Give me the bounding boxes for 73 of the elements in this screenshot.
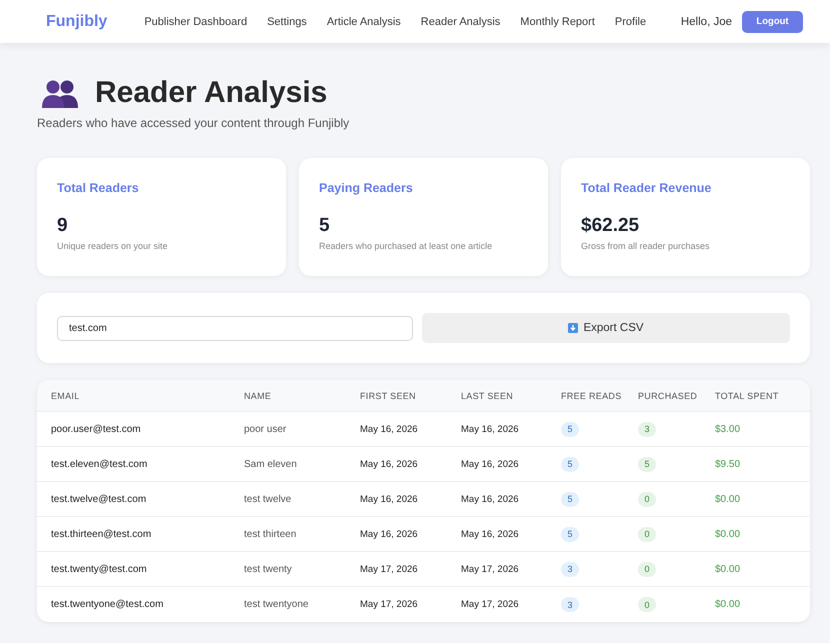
page-title: Reader Analysis — [95, 75, 328, 111]
download-icon — [568, 323, 578, 333]
amount-cell: $3.00 — [715, 424, 740, 434]
free-reads-badge: 5 — [561, 456, 579, 472]
purchased-badge: 0 — [638, 597, 656, 612]
table-cell: May 16, 2026 — [360, 528, 418, 540]
nav-link[interactable]: Article Analysis — [326, 16, 401, 28]
table-cell: test twenty — [244, 564, 292, 574]
table-cell: May 17, 2026 — [360, 599, 418, 610]
stat-value: 9 — [57, 214, 69, 238]
table-cell: poor user — [244, 424, 286, 434]
table-cell: May 16, 2026 — [360, 458, 418, 470]
stat-title: Total Readers — [57, 180, 140, 196]
purchased-badge: 0 — [638, 492, 656, 506]
table-cell: test thirteen — [244, 528, 296, 540]
table-cell: test.twelve@test.com — [51, 494, 146, 504]
free-reads-badge: 3 — [561, 562, 579, 576]
table-cell: May 17, 2026 — [461, 599, 519, 610]
nav-link[interactable]: Reader Analysis — [420, 16, 500, 28]
column-header: TOTAL SPENT — [715, 390, 779, 400]
table-cell: May 16, 2026 — [461, 458, 519, 470]
amount-cell: $0.00 — [715, 494, 740, 504]
free-reads-badge: 3 — [561, 597, 579, 612]
stat-value: $62.25 — [581, 214, 640, 238]
export-button[interactable]: Export CSV — [422, 313, 790, 343]
table-cell: test twelve — [244, 494, 292, 504]
search-field[interactable]: test.com — [57, 316, 413, 340]
table-cell: poor.user@test.com — [51, 424, 141, 434]
nav-link[interactable]: Settings — [267, 16, 307, 28]
column-header: PURCHASED — [638, 390, 698, 400]
nav-link[interactable]: Monthly Report — [520, 16, 595, 28]
column-header: NAME — [244, 390, 272, 400]
column-header: FIRST SEEN — [360, 390, 416, 400]
purchased-badge: 0 — [638, 526, 656, 542]
purchased-badge: 3 — [638, 422, 656, 436]
free-reads-badge: 5 — [561, 492, 579, 506]
stat-description: Readers who purchased at least one article — [319, 240, 494, 252]
brand-link[interactable]: Funjibly — [46, 12, 108, 30]
table-cell: May 16, 2026 — [360, 494, 418, 504]
amount-cell: $9.50 — [715, 458, 740, 470]
column-header: FREE READS — [561, 390, 622, 400]
table-cell: test twentyone — [244, 599, 308, 610]
purchased-badge: 5 — [638, 456, 656, 472]
stat-value: 5 — [319, 214, 331, 238]
table-cell: test.eleven@test.com — [51, 458, 148, 470]
logout-button[interactable]: Logout — [742, 10, 803, 32]
page-subtitle: Readers who have accessed your content through Funjibly — [37, 115, 350, 131]
table-cell: Sam eleven — [244, 458, 297, 470]
nav-link[interactable]: Profile — [614, 16, 646, 28]
table-cell: May 17, 2026 — [461, 564, 519, 574]
amount-cell: $0.00 — [715, 564, 740, 574]
amount-cell: $0.00 — [715, 599, 740, 610]
table-cell: test.thirteen@test.com — [51, 528, 152, 540]
table-cell: May 16, 2026 — [360, 424, 418, 434]
nav-link[interactable]: Publisher Dashboard — [144, 16, 248, 28]
stat-description: Gross from all reader purchases — [581, 240, 711, 252]
table-cell: May 16, 2026 — [461, 424, 519, 434]
table-cell: test.twentyone@test.com — [51, 599, 164, 610]
free-reads-badge: 5 — [561, 422, 579, 436]
column-header: LAST SEEN — [461, 390, 514, 400]
table-cell: May 16, 2026 — [461, 494, 519, 504]
greeting-text: Hello, Joe — [680, 16, 732, 28]
stat-description: Unique readers on your site — [57, 240, 169, 252]
table-cell: test.twenty@test.com — [51, 564, 147, 574]
table-cell: May 17, 2026 — [360, 564, 418, 574]
amount-cell: $0.00 — [715, 528, 740, 540]
table-cell: May 16, 2026 — [461, 528, 519, 540]
stat-title: Paying Readers — [319, 180, 414, 196]
purchased-badge: 0 — [638, 562, 656, 576]
people-icon — [42, 78, 78, 108]
column-header: EMAIL — [51, 390, 80, 400]
stat-title: Total Reader Revenue — [581, 180, 712, 196]
free-reads-badge: 5 — [561, 526, 579, 542]
